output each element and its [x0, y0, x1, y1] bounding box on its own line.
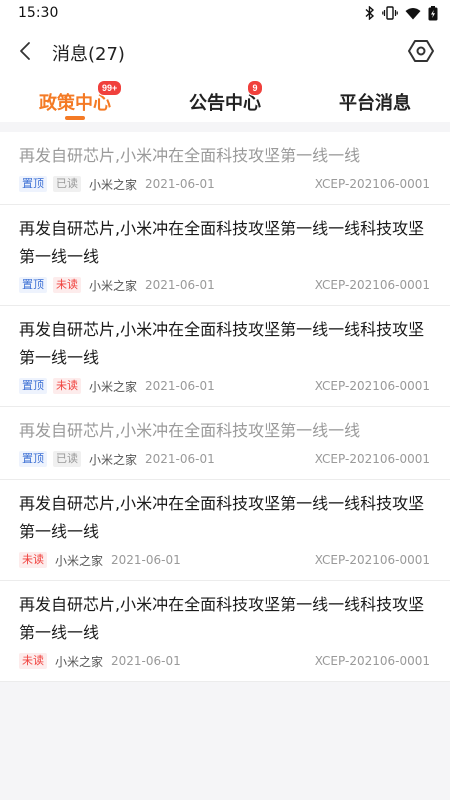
- header: 15:30 消息(27) 政策中心 99+ 公告中心 9 平台消息: [0, 0, 450, 122]
- message-source: 小米之家: [89, 177, 138, 192]
- page-title: 消息(27): [52, 44, 125, 65]
- unread-status-tag: 未读: [53, 378, 81, 394]
- unread-badge: 99+: [97, 80, 123, 96]
- message-title: 再发自研芯片,小米冲在全面科技攻坚第一线一线科技攻坚第一线一线: [19, 595, 425, 642]
- message-source: 小米之家: [89, 379, 138, 394]
- message-meta: 未读 小米之家 2021-06-01 XCEP-202106-0001: [19, 548, 430, 580]
- message-meta: 置顶 未读 小米之家 2021-06-01 XCEP-202106-0001: [19, 273, 430, 305]
- message-code: XCEP-202106-0001: [314, 553, 430, 567]
- wifi-icon: [405, 7, 421, 20]
- back-button[interactable]: [0, 26, 50, 80]
- message-source: 小米之家: [55, 654, 104, 669]
- message-code: XCEP-202106-0001: [314, 654, 430, 668]
- message-title: 再发自研芯片,小米冲在全面科技攻坚第一线一线科技攻坚第一线一线: [19, 494, 425, 541]
- message-meta: 未读 小米之家 2021-06-01 XCEP-202106-0001: [19, 649, 430, 681]
- battery-icon: [428, 5, 438, 21]
- hexagon-settings-icon: [408, 39, 434, 67]
- tab-policy-center[interactable]: 政策中心 99+: [0, 80, 150, 122]
- tab-bar: 政策中心 99+ 公告中心 9 平台消息: [0, 80, 450, 122]
- message-date: 2021-06-01: [145, 452, 215, 466]
- pinned-tag: 置顶: [19, 176, 47, 192]
- pinned-tag: 置顶: [19, 451, 47, 467]
- message-title: 再发自研芯片,小米冲在全面科技攻坚第一线一线: [19, 146, 361, 165]
- settings-button[interactable]: [406, 38, 436, 68]
- vibrate-icon: [382, 6, 398, 20]
- message-item[interactable]: 再发自研芯片,小米冲在全面科技攻坚第一线一线科技攻坚第一线一线置顶 未读 小米之家 2…: [0, 205, 450, 306]
- message-title: 再发自研芯片,小米冲在全面科技攻坚第一线一线科技攻坚第一线一线: [19, 219, 425, 266]
- message-source: 小米之家: [55, 553, 104, 568]
- status-icons: [365, 5, 438, 21]
- tab-announcement-center[interactable]: 公告中心 9: [150, 80, 300, 122]
- message-list: 再发自研芯片,小米冲在全面科技攻坚第一线一线 置顶 已读 小米之家 2021-06-01…: [0, 132, 450, 682]
- unread-status-tag: 未读: [19, 552, 47, 568]
- message-item[interactable]: 再发自研芯片,小米冲在全面科技攻坚第一线一线科技攻坚第一线一线置顶 未读 小米之家 2…: [0, 306, 450, 407]
- message-date: 2021-06-01: [145, 278, 215, 292]
- message-date: 2021-06-01: [145, 177, 215, 191]
- message-code: XCEP-202106-0001: [314, 278, 430, 292]
- message-source: 小米之家: [89, 452, 138, 467]
- message-meta: 置顶 未读 小米之家 2021-06-01 XCEP-202106-0001: [19, 374, 430, 406]
- active-tab-indicator: [65, 116, 85, 120]
- pinned-tag: 置顶: [19, 378, 47, 394]
- message-meta: 置顶 已读 小米之家 2021-06-01 XCEP-202106-0001: [19, 447, 430, 479]
- unread-badge: 9: [247, 80, 263, 96]
- read-status-tag: 已读: [53, 176, 81, 192]
- separator: [0, 122, 450, 132]
- tab-platform-messages[interactable]: 平台消息: [300, 80, 450, 122]
- pinned-tag: 置顶: [19, 277, 47, 293]
- nav-bar: 消息(27): [0, 26, 450, 80]
- message-source: 小米之家: [89, 278, 138, 293]
- message-item[interactable]: 再发自研芯片,小米冲在全面科技攻坚第一线一线 置顶 已读 小米之家 2021-06-01…: [0, 407, 450, 480]
- status-bar: 15:30: [0, 0, 450, 26]
- message-item[interactable]: 再发自研芯片,小米冲在全面科技攻坚第一线一线 置顶 已读 小米之家 2021-06-01…: [0, 132, 450, 205]
- message-code: XCEP-202106-0001: [314, 379, 430, 393]
- message-date: 2021-06-01: [111, 654, 181, 668]
- unread-status-tag: 未读: [19, 653, 47, 669]
- tab-label: 平台消息: [339, 93, 411, 114]
- message-date: 2021-06-01: [145, 379, 215, 393]
- tab-label: 政策中心: [39, 93, 111, 114]
- chevron-left-icon: [18, 41, 32, 65]
- bluetooth-icon: [365, 6, 375, 20]
- unread-status-tag: 未读: [53, 277, 81, 293]
- message-date: 2021-06-01: [111, 553, 181, 567]
- message-title: 再发自研芯片,小米冲在全面科技攻坚第一线一线科技攻坚第一线一线: [19, 320, 425, 367]
- message-code: XCEP-202106-0001: [314, 177, 430, 191]
- tab-label: 公告中心: [189, 93, 261, 114]
- message-meta: 置顶 已读 小米之家 2021-06-01 XCEP-202106-0001: [19, 172, 430, 204]
- message-title: 再发自研芯片,小米冲在全面科技攻坚第一线一线: [19, 421, 361, 440]
- message-item[interactable]: 再发自研芯片,小米冲在全面科技攻坚第一线一线科技攻坚第一线一线未读 小米之家 202…: [0, 581, 450, 682]
- message-item[interactable]: 再发自研芯片,小米冲在全面科技攻坚第一线一线科技攻坚第一线一线未读 小米之家 202…: [0, 480, 450, 581]
- status-time: 15:30: [18, 5, 59, 21]
- read-status-tag: 已读: [53, 451, 81, 467]
- message-code: XCEP-202106-0001: [314, 452, 430, 466]
